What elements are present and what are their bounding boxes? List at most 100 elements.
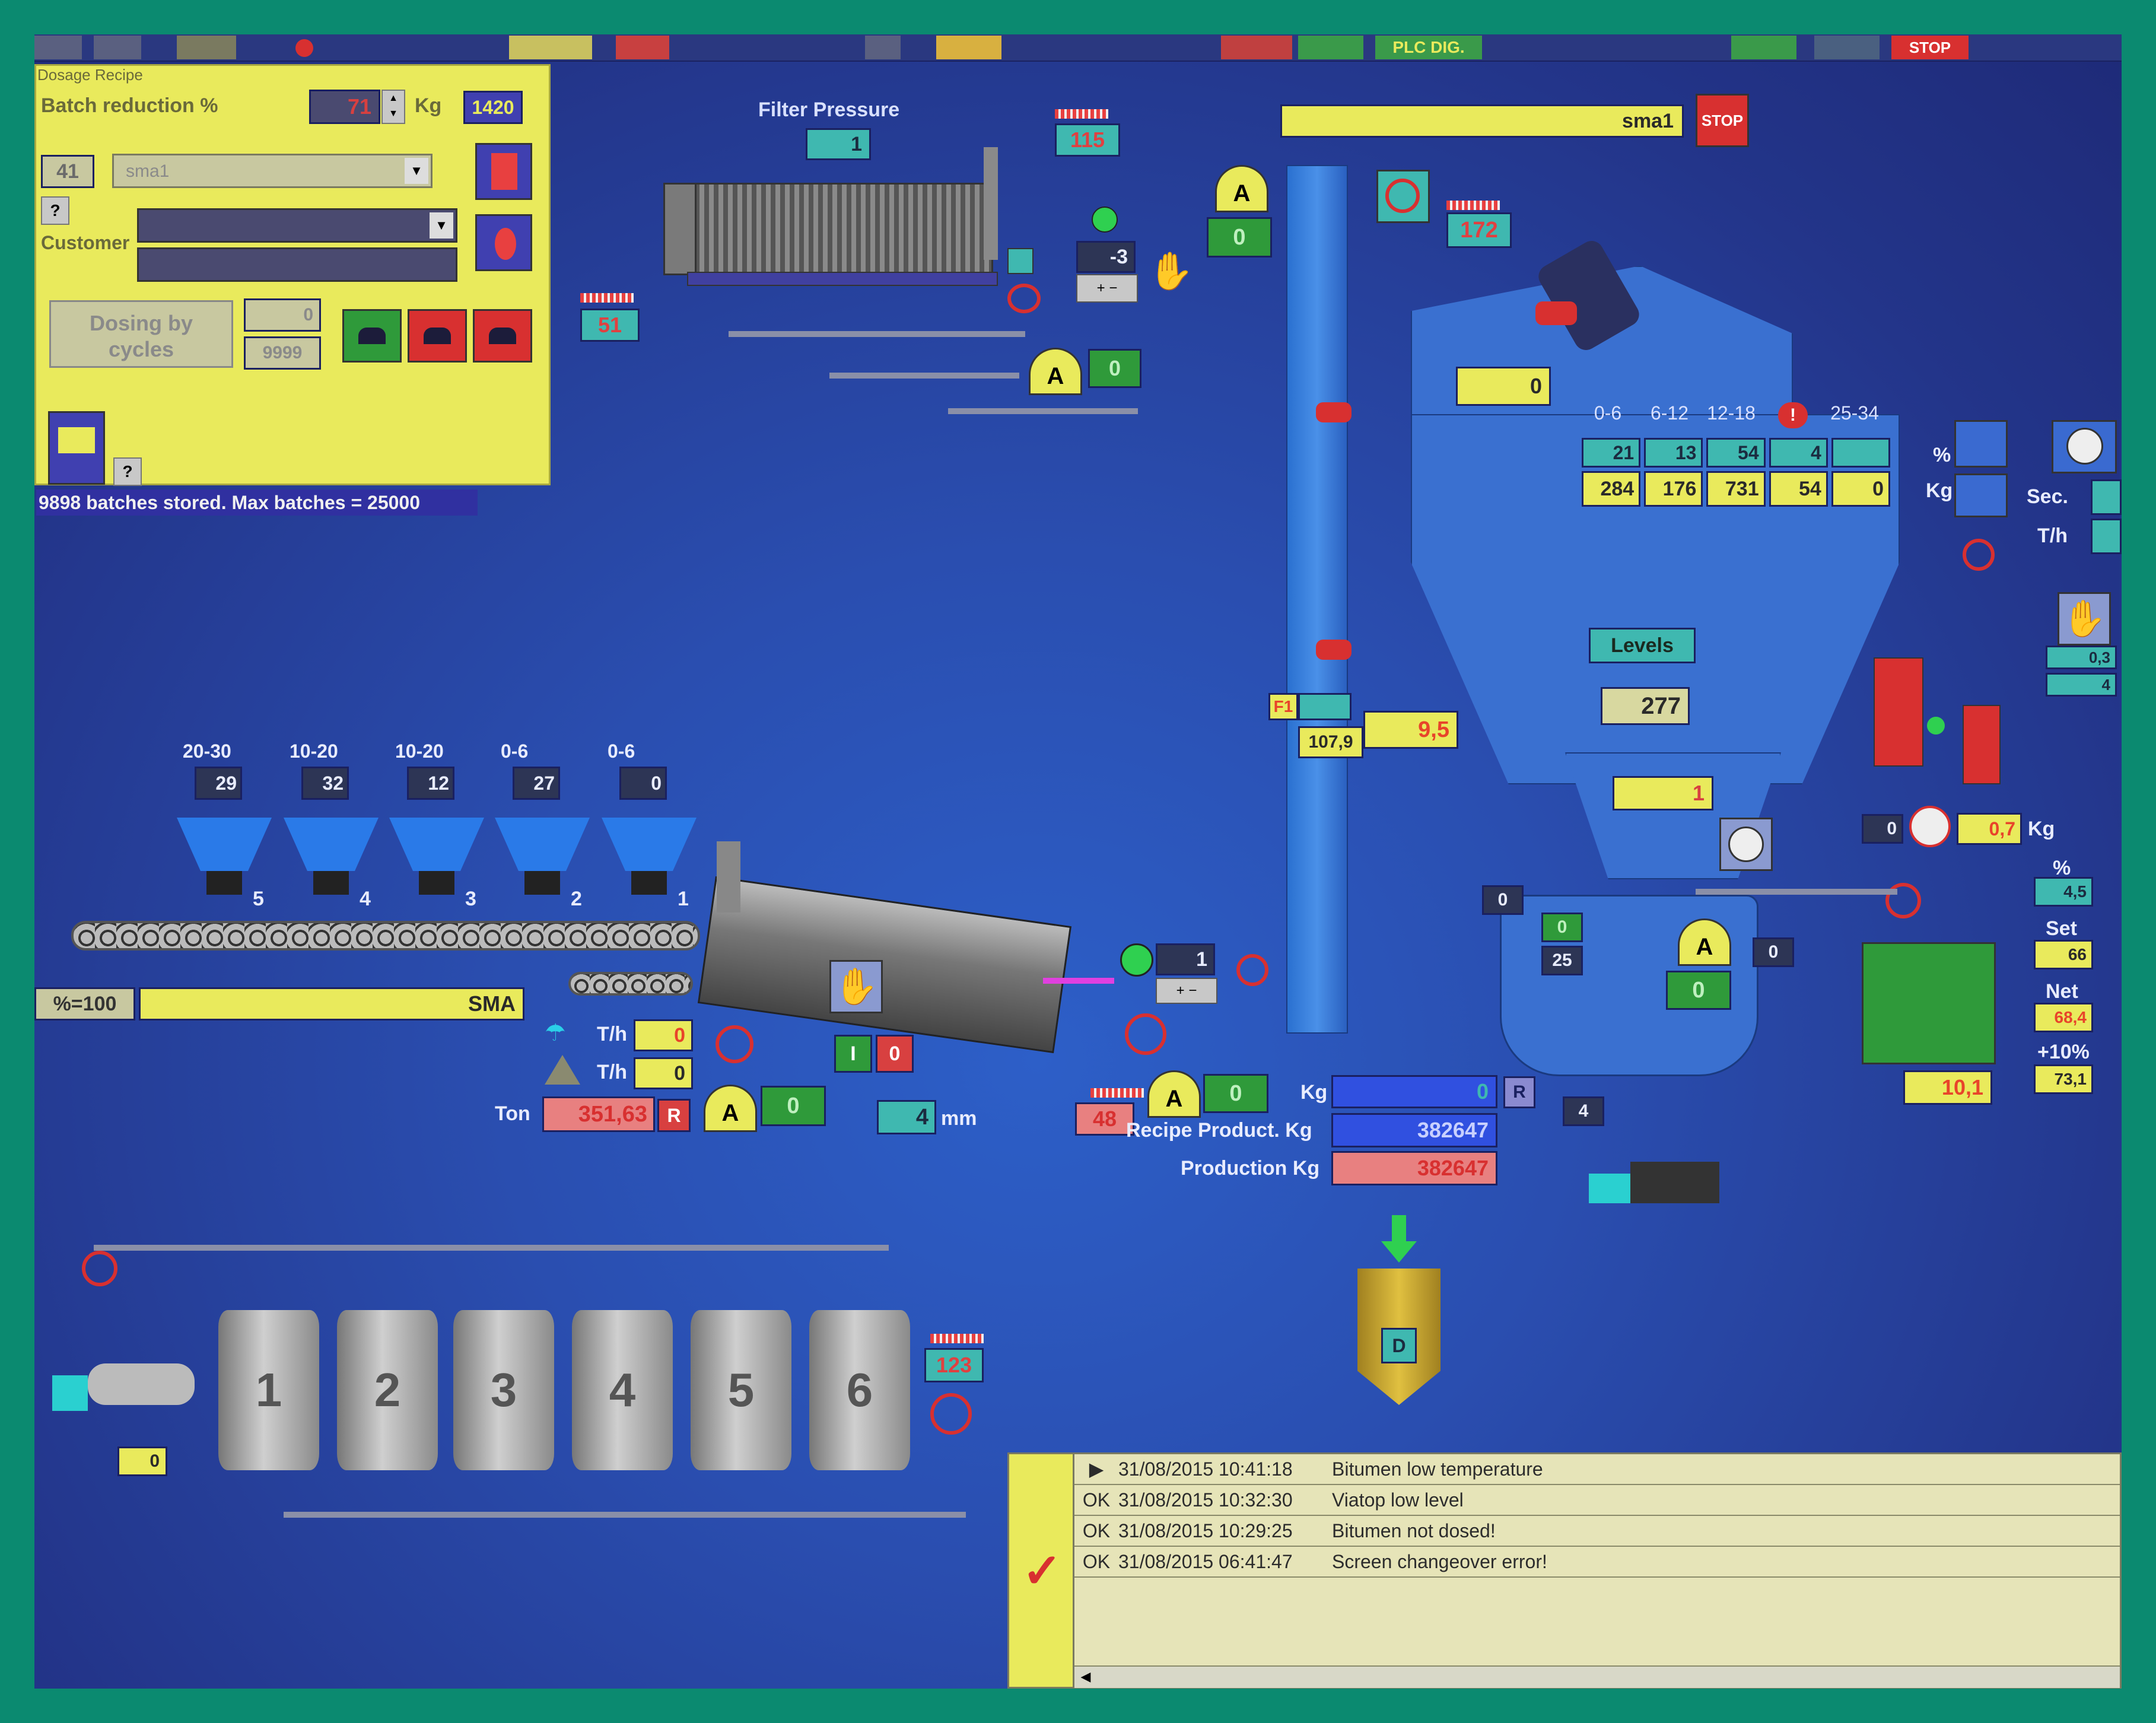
alarm-time: 31/08/2015 10:41:18: [1118, 1458, 1293, 1480]
dosing-by-cycles-button[interactable]: Dosing by cycles: [49, 300, 233, 368]
cycles-input[interactable]: 0: [244, 298, 321, 332]
cold-feed-setpoint-3[interactable]: 12: [407, 767, 454, 800]
hot-bins-pct-row: 21 13 54 4: [1582, 438, 1891, 468]
toolbar-button-4[interactable]: [616, 36, 669, 59]
weigh-timer-icon[interactable]: [1719, 818, 1773, 871]
customer-label: Customer: [41, 232, 130, 253]
toolbar-button-3[interactable]: [509, 36, 592, 59]
cold-feed-setpoint-4[interactable]: 32: [301, 767, 349, 800]
alarm-message: Bitumen not dosed!: [1332, 1519, 1496, 1541]
toolbar-alarm-icon[interactable]: [295, 39, 313, 57]
dryer-on-button[interactable]: I: [834, 1035, 872, 1073]
filler-f1-label: F1: [1268, 693, 1298, 720]
toolbar-pen-icon[interactable]: [865, 36, 901, 59]
manual-hand-icon[interactable]: ✋: [1147, 248, 1195, 295]
additive-tolerance-value: 73,1: [2034, 1064, 2093, 1094]
batch-reduction-input[interactable]: 71: [309, 90, 380, 124]
toolbar-button-6[interactable]: [1221, 36, 1292, 59]
bag-filter: [693, 183, 993, 275]
customer-select[interactable]: ▼: [137, 208, 457, 243]
toolbar-button-9[interactable]: [1814, 36, 1880, 59]
dose-start-button[interactable]: [342, 309, 402, 363]
filler-value-a: 107,9: [1298, 726, 1363, 758]
cold-feed-size-1: 0-6: [608, 740, 635, 762]
production-reset-button[interactable]: R: [1503, 1076, 1535, 1108]
clock-icon[interactable]: [2052, 420, 2117, 473]
right-kg-readout: 0,7: [1957, 813, 2022, 845]
bitumen-truck-value: 0: [117, 1447, 167, 1476]
plc-dig-button[interactable]: PLC DIG.: [1375, 36, 1482, 59]
toolbar-button-7[interactable]: [1298, 36, 1363, 59]
recipe-panel-title: Dosage Recipe: [37, 66, 143, 84]
toolbar-button-8[interactable]: [1731, 36, 1796, 59]
batch-kg-value: 1420: [463, 91, 523, 124]
alarm-status: OK: [1082, 1519, 1111, 1541]
alarm-panel: ✓ ▶ 31/08/2015 10:41:18 Bitumen low temp…: [1007, 1452, 2122, 1689]
cold-feed-size-4: 10-20: [290, 740, 338, 762]
alarm-message: Screen changeover error!: [1332, 1550, 1547, 1572]
cold-feed-number-2: 2: [571, 888, 582, 910]
alarm-scrollbar[interactable]: ◀: [1074, 1665, 2120, 1688]
right-small-pct: 0,3: [2046, 646, 2117, 669]
th-value-1: 0: [634, 1019, 693, 1051]
cold-feed-setpoint-5[interactable]: 29: [195, 767, 242, 800]
alarm-row[interactable]: OK 31/08/2015 10:32:30 Viatop low level: [1074, 1485, 2120, 1516]
help-button[interactable]: ?: [41, 196, 69, 225]
bitumen-tank-4: 4: [572, 1310, 673, 1470]
recipe-select[interactable]: sma1 ▼: [112, 154, 433, 188]
alarm-row[interactable]: OK 31/08/2015 10:29:25 Bitumen not dosed…: [1074, 1516, 2120, 1547]
dose-pause-button[interactable]: [408, 309, 467, 363]
right-timer-value: 0: [1862, 814, 1903, 844]
mixer-discharge-value: 0: [1482, 885, 1524, 915]
mixer-truck-count: 4: [1563, 1096, 1604, 1126]
right-stopwatch-icon[interactable]: [1909, 806, 1951, 847]
toolbar-button-2[interactable]: [94, 36, 141, 59]
alarm-acknowledge-button[interactable]: ✓: [1009, 1454, 1074, 1687]
burner-stepper[interactable]: + −: [1156, 978, 1217, 1004]
scale-icon[interactable]: [1954, 420, 2008, 468]
toolbar-stop-button[interactable]: STOP: [1891, 36, 1969, 59]
recipe-product-value: 382647: [1331, 1113, 1497, 1147]
fan-stepper[interactable]: + −: [1076, 274, 1138, 303]
motor-icon-2: [1316, 640, 1352, 660]
cold-feed-recipe-bar: SMA: [139, 987, 524, 1021]
toolbar-button-5[interactable]: [936, 36, 1001, 59]
right-hand-icon[interactable]: ✋: [2058, 592, 2111, 646]
filler-f1-bar: [1298, 693, 1352, 720]
toolbar-table-icon[interactable]: [177, 36, 236, 59]
filter-sensor-icon: [1007, 248, 1034, 274]
customer-person-icon[interactable]: [475, 214, 532, 271]
collector-conveyor: [71, 921, 700, 950]
alarm-time: 31/08/2015 10:29:25: [1118, 1519, 1293, 1541]
toolbar-button-1[interactable]: [34, 36, 82, 59]
ton-reset-button[interactable]: R: [657, 1099, 691, 1132]
bin-kg-4: 54: [1769, 471, 1828, 507]
additive-pump-icon: [1885, 883, 1921, 918]
print-help-button[interactable]: ?: [113, 457, 142, 486]
alarm-row[interactable]: ▶ 31/08/2015 10:41:18 Bitumen low temper…: [1074, 1454, 2120, 1485]
cold-feed-setpoint-1[interactable]: 0: [619, 767, 667, 800]
bitumen-pump-icon-1: [82, 1251, 117, 1286]
recipe-number[interactable]: 41: [41, 155, 94, 188]
alarm-list[interactable]: ▶ 31/08/2015 10:41:18 Bitumen low temper…: [1074, 1454, 2120, 1632]
scroll-left-icon[interactable]: ◀: [1077, 1668, 1095, 1686]
customer-field[interactable]: [137, 247, 457, 282]
dryer-hand-icon[interactable]: ✋: [829, 960, 883, 1013]
burner-value[interactable]: 1: [1156, 943, 1215, 975]
emergency-stop-button[interactable]: STOP: [1696, 94, 1749, 147]
recipe-book-icon[interactable]: [475, 143, 532, 200]
cold-feed-setpoint-2[interactable]: 27: [513, 767, 560, 800]
bitumen-temp: 123: [924, 1348, 984, 1382]
calculator-icon[interactable]: [1954, 473, 2008, 517]
production-kg-value: 0: [1331, 1075, 1497, 1108]
dryer-off-button[interactable]: 0: [876, 1035, 914, 1073]
print-icon[interactable]: [48, 411, 105, 485]
alarm-row[interactable]: OK 31/08/2015 06:41:47 Screen changeover…: [1074, 1547, 2120, 1578]
levels-button[interactable]: Levels: [1589, 628, 1696, 663]
chevron-down-icon: ▼: [405, 158, 428, 184]
dose-stop-button[interactable]: [473, 309, 532, 363]
fan-setpoint[interactable]: -3: [1076, 241, 1136, 273]
batch-reduction-spinner[interactable]: ▲ ▼: [381, 90, 405, 124]
total-pct-field: %=100: [34, 987, 135, 1021]
cellulose-tank: [1963, 705, 2001, 784]
